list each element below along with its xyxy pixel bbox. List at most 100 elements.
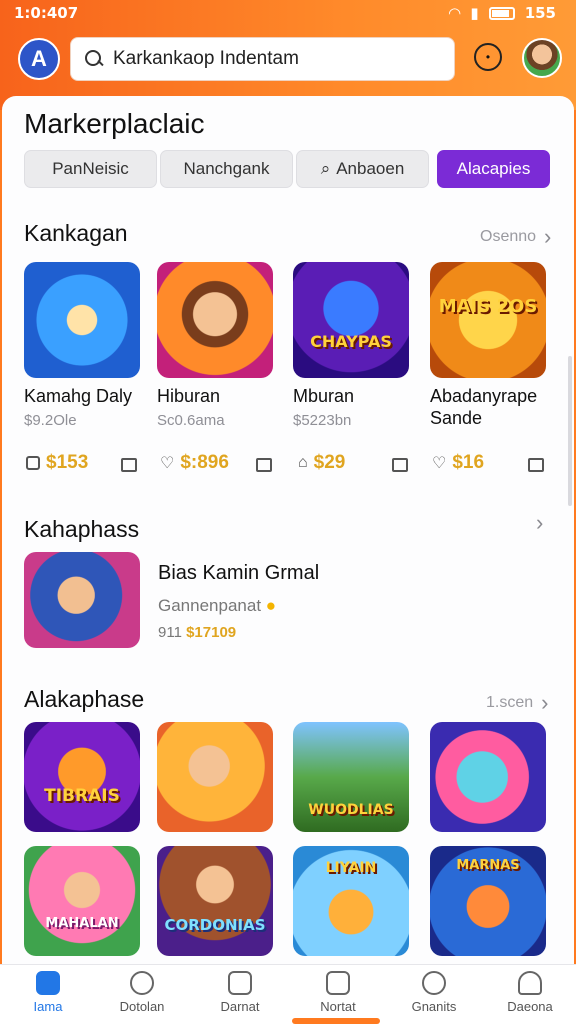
status-battery-text: 155: [524, 4, 556, 22]
nav-item-5[interactable]: Gnanits: [386, 971, 482, 1014]
nav-item-home[interactable]: Iama: [0, 971, 96, 1014]
checkbox-icon[interactable]: [26, 456, 40, 470]
price: $16: [452, 452, 485, 473]
thumb-art-text: WUODLIAS: [308, 802, 394, 818]
search-bar[interactable]: [70, 37, 455, 81]
tag-icon[interactable]: ⌂: [298, 454, 308, 472]
nav-item-3[interactable]: Darnat: [192, 971, 288, 1014]
price-row: ♡ $:896: [160, 452, 229, 474]
tab-segment-4[interactable]: Alacapies: [437, 150, 550, 188]
game-thumb[interactable]: CHAYPAS: [293, 262, 409, 378]
chevron-right-icon: ›: [544, 224, 552, 249]
game-sub: Sc0.6ama: [157, 412, 225, 429]
thumb-art-text: MAIS 2OS: [438, 296, 538, 317]
thumb-art-text: CHAYPAS: [310, 332, 392, 351]
main-sheet: Markerplaclaic PanNeisic Nanchgank ⌕ Anb…: [2, 96, 574, 964]
tab-segment-1[interactable]: PanNeisic: [24, 150, 157, 188]
section-title-3: Alakaphase: [24, 686, 145, 712]
price: $153: [46, 452, 89, 473]
nav-label: Darnat: [220, 999, 260, 1014]
tab-segment-3-label: Anbaoen: [336, 159, 405, 178]
game-thumb[interactable]: MAIS 2OS: [430, 262, 546, 378]
game-name[interactable]: Mburan: [293, 385, 423, 407]
chevron-right-icon[interactable]: ›: [536, 510, 543, 536]
game-thumb[interactable]: [430, 722, 546, 832]
section-more-3[interactable]: 1.scen ›: [486, 690, 548, 716]
nav-item-2[interactable]: Dotolan: [94, 971, 190, 1014]
featured-thumb[interactable]: [24, 552, 140, 648]
game-thumb[interactable]: [157, 722, 273, 832]
cart-icon[interactable]: [121, 458, 137, 472]
mail-icon: [326, 971, 350, 995]
location-icon[interactable]: ♡: [432, 453, 446, 473]
featured-price: 911 $17109: [158, 624, 236, 641]
nav-item-6[interactable]: Daeona: [482, 971, 576, 1014]
nav-item-4[interactable]: Nortat: [290, 971, 386, 1014]
price-row: $153: [26, 452, 88, 474]
nav-label: Gnanits: [411, 999, 457, 1014]
section-more-1[interactable]: Osenno ›: [480, 224, 551, 250]
tab-segment-2[interactable]: Nanchgank: [160, 150, 293, 188]
game-thumb[interactable]: LIYAIN: [293, 846, 409, 956]
featured-name[interactable]: Bias Kamin Grmal: [158, 562, 319, 585]
signal-icon: ▮: [470, 4, 479, 22]
game-thumb[interactable]: MAHALAN: [24, 846, 140, 956]
bottom-nav: Iama Dotolan Darnat Nortat Gnanits Daeon…: [0, 964, 576, 1024]
thumb-art-text: LIYAIN: [325, 860, 377, 876]
game-thumb[interactable]: TIBRAIS: [24, 722, 140, 832]
scrollbar[interactable]: [568, 356, 572, 506]
status-time: 1:0:407: [14, 4, 79, 22]
nav-active-underline: [292, 1018, 380, 1024]
thumbs-up-icon: ●: [265, 596, 277, 615]
game-sub: $9.2Ole: [24, 412, 77, 429]
game-thumb[interactable]: [157, 262, 273, 378]
thumb-art-text: MAHALAN: [45, 916, 119, 931]
section-title-1: Kankagan: [24, 220, 128, 246]
game-thumb[interactable]: MARNAS: [430, 846, 546, 956]
thumb-art-text: MARNAS: [456, 858, 520, 873]
price-row: ⌂ $29: [298, 452, 345, 474]
notification-icon[interactable]: •: [474, 43, 502, 71]
featured-sub-label: Gannenpanat: [158, 596, 262, 615]
game-name[interactable]: Abadanyrape Sande: [430, 385, 560, 429]
chat-icon: [228, 971, 252, 995]
location-icon[interactable]: ♡: [160, 453, 174, 473]
nav-label: Nortat: [320, 999, 356, 1014]
price: $:896: [180, 452, 229, 473]
circle-icon: [130, 971, 154, 995]
cart-icon[interactable]: [528, 458, 544, 472]
status-icons: ◠ ▮ 155: [449, 4, 556, 22]
price: $29: [313, 452, 346, 473]
nav-label: Dotolan: [119, 999, 165, 1014]
tab-segment-3[interactable]: ⌕ Anbaoen: [296, 150, 429, 188]
price-row: ♡ $16: [432, 452, 484, 474]
game-name[interactable]: Hiburan: [157, 385, 287, 407]
featured-price-value: $17109: [186, 624, 237, 641]
search-icon: [422, 971, 446, 995]
section-more-1-label: Osenno: [480, 228, 537, 245]
app-logo-icon[interactable]: A: [18, 38, 60, 80]
game-thumb[interactable]: [24, 262, 140, 378]
status-bar: 1:0:407 ◠ ▮ 155: [0, 0, 576, 28]
featured-sub: Gannenpanat ●: [158, 596, 276, 616]
search-icon: [83, 48, 105, 70]
profile-icon: [518, 971, 542, 995]
section-title-2: Kahaphass: [24, 516, 140, 542]
avatar[interactable]: [522, 38, 562, 78]
cart-icon[interactable]: [392, 458, 408, 472]
battery-icon: [488, 6, 515, 20]
game-thumb[interactable]: CORDONIAS: [157, 846, 273, 956]
thumb-art-text: CORDONIAS: [164, 916, 266, 934]
page-title: Markerplaclaic: [24, 108, 205, 139]
game-thumb[interactable]: WUODLIAS: [293, 722, 409, 832]
section-more-3-label: 1.scen: [486, 694, 534, 711]
cart-icon[interactable]: [256, 458, 272, 472]
game-sub: $5223bn: [293, 412, 352, 429]
search-input[interactable]: [113, 48, 443, 70]
game-name[interactable]: Kamahg Daly: [24, 385, 154, 407]
featured-price-prefix: 911: [158, 624, 182, 641]
home-icon: [36, 971, 60, 995]
tag-icon: ⌕: [320, 159, 331, 178]
chevron-right-icon: ›: [541, 690, 549, 715]
nav-label: Iama: [33, 999, 63, 1014]
